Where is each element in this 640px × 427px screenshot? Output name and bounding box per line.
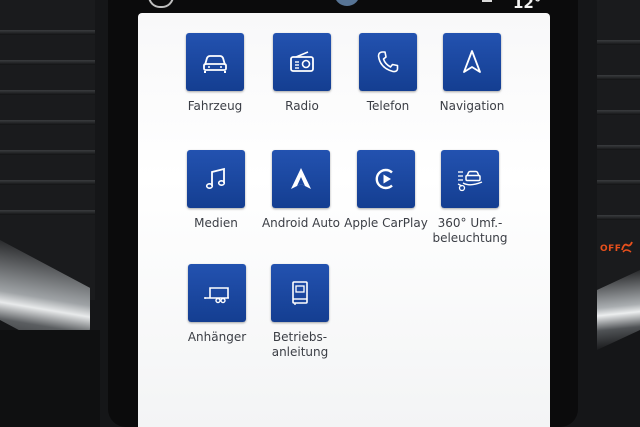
app-tile[interactable]	[187, 150, 245, 208]
app-tile[interactable]	[443, 33, 501, 91]
status-bar-icon	[482, 0, 492, 2]
app-tile[interactable]	[188, 264, 246, 322]
music-note-icon	[205, 167, 226, 189]
app-tile[interactable]	[359, 33, 417, 91]
app-navigation[interactable]: Navigation	[417, 33, 527, 114]
manual-book-icon	[292, 281, 308, 305]
app-label: 360° Umf.- beleuchtung	[432, 216, 508, 245]
navigation-arrow-icon	[463, 50, 481, 73]
app-tile[interactable]	[186, 33, 244, 91]
ambient-light-icon	[457, 170, 483, 192]
app-tile[interactable]	[271, 264, 329, 322]
carplay-icon	[375, 168, 393, 190]
radio-icon	[290, 51, 314, 72]
app-tile[interactable]	[272, 150, 330, 208]
app-tile[interactable]	[441, 150, 499, 208]
dashboard-panel	[0, 330, 100, 427]
app-betriebsanleitung[interactable]: Betriebs- anleitung	[245, 264, 355, 360]
trailer-icon	[204, 287, 229, 304]
app-tile[interactable]	[357, 150, 415, 208]
android-auto-icon	[291, 168, 311, 189]
app-tile[interactable]	[273, 33, 331, 91]
app-ambient-lighting[interactable]: 360° Umf.- beleuchtung	[415, 150, 525, 246]
traction-off-icon	[621, 241, 633, 253]
outside-temperature: 12°	[513, 0, 542, 12]
infotainment-screen: Fahrzeug Radio Telefon Navigation Medien…	[138, 13, 550, 427]
car-icon	[203, 55, 227, 73]
phone-icon	[377, 51, 399, 73]
right-air-vent	[597, 0, 640, 300]
app-label: Betriebs- anleitung	[271, 330, 329, 359]
app-label: Navigation	[439, 99, 505, 113]
off-indicator-label: OFF	[600, 244, 622, 254]
